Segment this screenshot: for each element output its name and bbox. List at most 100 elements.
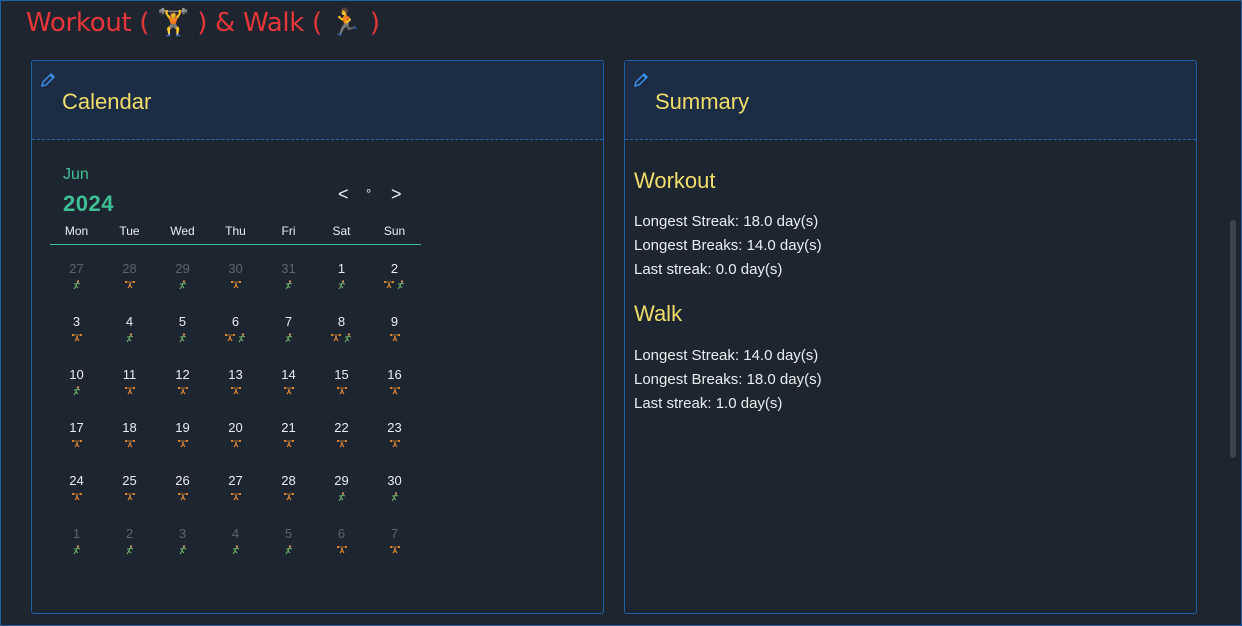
weightlifter-icon xyxy=(389,439,400,449)
day-number: 31 xyxy=(281,261,296,276)
calendar-day[interactable]: 28 xyxy=(103,261,156,301)
day-number: 11 xyxy=(122,367,137,382)
day-number: 18 xyxy=(122,420,137,435)
calendar-day[interactable]: 20 xyxy=(209,420,262,460)
weekday-label: Mon xyxy=(64,224,89,238)
weightlifter-icon xyxy=(383,280,394,290)
calendar-day[interactable]: 2 xyxy=(368,261,421,301)
day-activity-icons xyxy=(262,492,315,504)
calendar-day[interactable]: 22 xyxy=(315,420,368,460)
calendar-day[interactable]: 6 xyxy=(315,526,368,566)
day-activity-icons xyxy=(50,333,103,345)
prev-month-button[interactable]: < xyxy=(338,184,349,205)
calendar-day[interactable]: 26 xyxy=(156,473,209,513)
calendar-day[interactable]: 29 xyxy=(315,473,368,513)
walk-heading: Walk xyxy=(634,301,683,326)
calendar-day[interactable]: 16 xyxy=(368,367,421,407)
calendar-day[interactable]: 4 xyxy=(209,526,262,566)
calendar-day[interactable]: 25 xyxy=(103,473,156,513)
summary-header: Summary xyxy=(625,61,1196,140)
day-number: 27 xyxy=(69,261,84,276)
calendar-day[interactable]: 3 xyxy=(50,314,103,354)
day-number: 13 xyxy=(228,367,243,382)
day-activity-icons xyxy=(368,492,421,504)
day-activity-icons xyxy=(315,386,368,398)
calendar-day[interactable]: 7 xyxy=(368,526,421,566)
page-title: Workout ( 🏋 ) & Walk ( 🏃 ) xyxy=(26,8,380,38)
weekday-label: Thu xyxy=(225,224,246,238)
calendar-day[interactable]: 29 xyxy=(156,261,209,301)
calendar-day[interactable]: 28 xyxy=(262,473,315,513)
weightlifter-icon xyxy=(230,439,241,449)
weightlifter-icon xyxy=(389,333,400,343)
runner-icon xyxy=(284,333,294,343)
weekday-label: Sat xyxy=(332,224,351,238)
day-number: 5 xyxy=(178,314,187,329)
calendar-day[interactable]: 10 xyxy=(50,367,103,407)
calendar-day[interactable]: 21 xyxy=(262,420,315,460)
runner-icon xyxy=(284,280,294,290)
weightlifter-icon xyxy=(336,386,347,396)
runner-icon xyxy=(178,545,188,555)
calendar-day[interactable]: 30 xyxy=(209,261,262,301)
calendar-day[interactable]: 19 xyxy=(156,420,209,460)
calendar-day[interactable]: 9 xyxy=(368,314,421,354)
calendar-day[interactable]: 24 xyxy=(50,473,103,513)
runner-icon xyxy=(343,333,353,343)
calendar-day[interactable]: 4 xyxy=(103,314,156,354)
today-button[interactable]: ° xyxy=(366,186,371,201)
summary-panel: Summary Workout Longest Streak: 18.0 day… xyxy=(624,60,1197,614)
day-activity-icons xyxy=(156,492,209,504)
runner-icon xyxy=(178,333,188,343)
calendar-day[interactable]: 5 xyxy=(262,526,315,566)
day-activity-icons xyxy=(368,439,421,451)
day-number: 21 xyxy=(281,420,296,435)
day-activity-icons xyxy=(315,545,368,557)
calendar-day[interactable]: 15 xyxy=(315,367,368,407)
pencil-icon[interactable] xyxy=(632,71,650,89)
workout-heading: Workout xyxy=(634,168,716,193)
walk-last-streak: Last streak: 1.0 day(s) xyxy=(634,395,783,412)
calendar-day[interactable]: 30 xyxy=(368,473,421,513)
day-number: 6 xyxy=(231,314,240,329)
weightlifter-icon xyxy=(71,333,82,343)
calendar-day[interactable]: 12 xyxy=(156,367,209,407)
calendar-day[interactable]: 14 xyxy=(262,367,315,407)
weekday-label: Wed xyxy=(170,224,195,238)
day-number: 2 xyxy=(390,261,399,276)
weightlifter-icon xyxy=(124,280,135,290)
calendar-day[interactable]: 11 xyxy=(103,367,156,407)
calendar-day[interactable]: 1 xyxy=(315,261,368,301)
calendar-day[interactable]: 27 xyxy=(209,473,262,513)
day-activity-icons xyxy=(209,280,262,292)
scrollbar[interactable] xyxy=(1230,220,1236,458)
calendar-day[interactable]: 27 xyxy=(50,261,103,301)
weightlifter-icon xyxy=(283,492,294,502)
weightlifter-icon xyxy=(389,386,400,396)
day-number: 29 xyxy=(175,261,190,276)
calendar-day[interactable]: 7 xyxy=(262,314,315,354)
calendar-day[interactable]: 17 xyxy=(50,420,103,460)
calendar-day[interactable]: 8 xyxy=(315,314,368,354)
calendar-day[interactable]: 6 xyxy=(209,314,262,354)
calendar-day[interactable]: 23 xyxy=(368,420,421,460)
calendar-day[interactable]: 31 xyxy=(262,261,315,301)
weightlifter-icon xyxy=(71,492,82,502)
day-activity-icons xyxy=(262,545,315,557)
day-activity-icons xyxy=(50,545,103,557)
calendar-day[interactable]: 3 xyxy=(156,526,209,566)
weekday-label: Fri xyxy=(281,224,296,238)
calendar-day[interactable]: 18 xyxy=(103,420,156,460)
pencil-icon[interactable] xyxy=(39,71,57,89)
runner-icon xyxy=(231,545,241,555)
day-number: 1 xyxy=(72,526,81,541)
calendar-day[interactable]: 2 xyxy=(103,526,156,566)
weightlifter-icon xyxy=(71,439,82,449)
day-activity-icons xyxy=(315,492,368,504)
calendar-day[interactable]: 1 xyxy=(50,526,103,566)
day-activity-icons xyxy=(209,439,262,451)
calendar-day[interactable]: 13 xyxy=(209,367,262,407)
calendar-day[interactable]: 5 xyxy=(156,314,209,354)
next-month-button[interactable]: > xyxy=(391,184,402,205)
day-activity-icons xyxy=(262,333,315,345)
